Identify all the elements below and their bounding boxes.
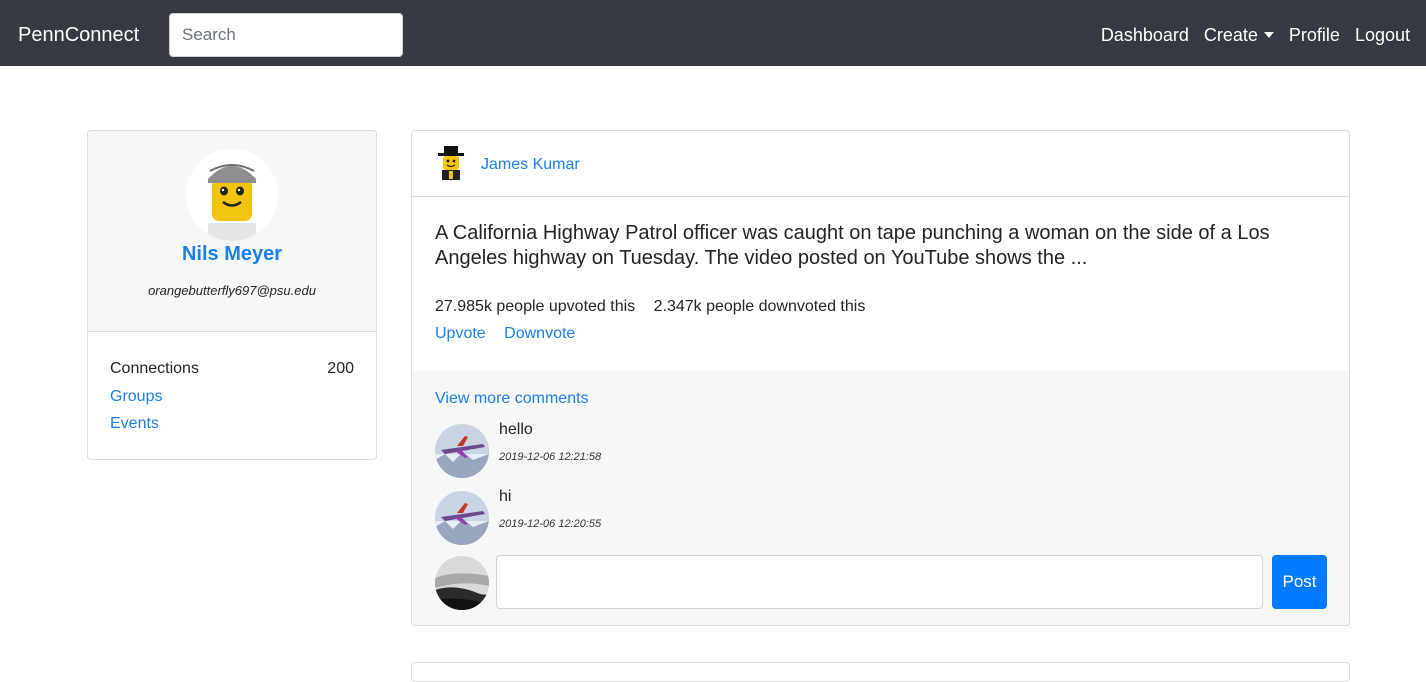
vote-actions: Upvote Downvote xyxy=(435,324,589,344)
downvote-link[interactable]: Downvote xyxy=(504,325,575,342)
comment-text: hello xyxy=(499,421,533,438)
nav-logout-link[interactable]: Logout xyxy=(1355,24,1410,46)
profile-header: Nils Meyer orangebutterfly697@psu.edu xyxy=(88,131,376,332)
nav-create-dropdown[interactable]: Create xyxy=(1204,24,1274,46)
comment-text: hi xyxy=(499,488,512,505)
comment-input[interactable] xyxy=(496,555,1263,609)
downvote-count: 2.347k people downvoted this xyxy=(653,298,866,315)
current-user-avatar xyxy=(435,556,489,610)
post-comment-button[interactable]: Post xyxy=(1272,555,1327,609)
profile-card: Nils Meyer orangebutterfly697@psu.edu Co… xyxy=(87,130,377,460)
landscape-photo-icon xyxy=(435,556,489,610)
nav-create-label: Create xyxy=(1203,25,1258,45)
upvote-link[interactable]: Upvote xyxy=(435,325,486,342)
comment-timestamp: 2019-12-06 12:20:55 xyxy=(499,518,602,530)
airplane-photo-icon xyxy=(435,424,489,478)
post-author-link[interactable]: James Kumar xyxy=(481,155,580,175)
post-card: James Kumar A California Highway Patrol … xyxy=(411,130,1350,626)
author-avatar-icon[interactable] xyxy=(434,145,468,181)
connections-label: Connections xyxy=(110,360,199,377)
connections-count: 200 xyxy=(327,360,354,377)
groups-link[interactable]: Groups xyxy=(110,387,162,407)
comment-item: hello 2019-12-06 12:21:58 xyxy=(435,420,1315,478)
comments-section: View more comments hello 2019-12-06 12:2… xyxy=(412,370,1349,625)
next-post-card xyxy=(411,662,1350,682)
commenter-avatar[interactable] xyxy=(435,491,489,545)
commenter-avatar[interactable] xyxy=(435,424,489,478)
comment-item: hi 2019-12-06 12:20:55 xyxy=(435,487,1315,545)
vote-counts: 27.985k people upvoted this 2.347k peopl… xyxy=(435,297,865,317)
post-header: James Kumar xyxy=(412,131,1349,197)
profile-name[interactable]: Nils Meyer xyxy=(88,241,376,267)
profile-avatar[interactable] xyxy=(186,149,278,241)
comment-timestamp: 2019-12-06 12:21:58 xyxy=(499,451,602,463)
lego-avatar-icon xyxy=(186,149,278,241)
nav-profile-link[interactable]: Profile xyxy=(1289,24,1340,46)
view-more-comments-link[interactable]: View more comments xyxy=(435,389,589,409)
caret-down-icon xyxy=(1263,32,1274,38)
airplane-photo-icon xyxy=(435,491,489,545)
search-input[interactable] xyxy=(169,13,403,57)
nav-dashboard-link[interactable]: Dashboard xyxy=(1101,24,1189,46)
events-link[interactable]: Events xyxy=(110,414,159,434)
post-text: A California Highway Patrol officer was … xyxy=(435,222,1270,269)
profile-email: orangebutterfly697@psu.edu xyxy=(148,283,316,298)
nav-links: Dashboard Create Profile Logout xyxy=(1086,24,1410,46)
upvote-count: 27.985k people upvoted this xyxy=(435,298,636,315)
connections-row: Connections 200 xyxy=(110,359,354,379)
brand-logo[interactable]: PennConnect xyxy=(18,23,139,47)
top-navbar: PennConnect Dashboard Create Profile Log… xyxy=(0,0,1426,66)
